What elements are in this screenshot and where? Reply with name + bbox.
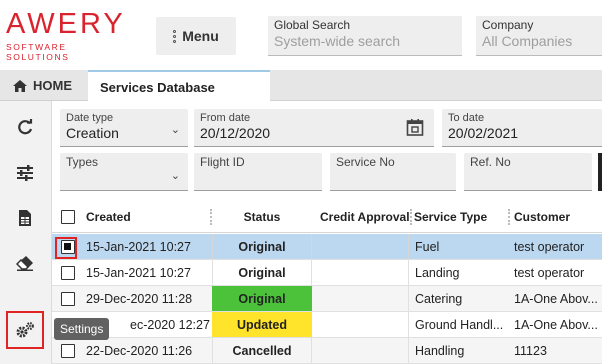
company-label: Company — [482, 18, 534, 32]
refresh-icon — [18, 119, 33, 135]
cell-status: Cancelled — [212, 338, 312, 363]
chevron-down-icon: ⌄ — [170, 170, 180, 182]
table-row[interactable]: 15-Jan-2021 10:27 Original Landing test … — [52, 260, 602, 286]
from-date-label: From date — [200, 112, 251, 124]
to-date-label: To date — [448, 112, 485, 124]
table-row[interactable]: 29-Dec-2020 11:28 Original Catering 1A-O… — [52, 286, 602, 312]
to-date-field[interactable]: To date 20/02/2021 — [442, 109, 602, 147]
vertical-dots-icon — [173, 29, 177, 43]
export-button[interactable] — [6, 199, 44, 237]
cell-status: Original — [212, 260, 312, 285]
awery-logo[interactable]: AWERY SOFTWARE SOLUTIONS — [6, 8, 130, 63]
types-label: Types — [66, 155, 99, 169]
cell-created: 15-Jan-2021 10:27 — [86, 239, 191, 254]
cell-credit-approval — [314, 234, 410, 259]
service-no-field[interactable]: Service No — [330, 153, 456, 191]
row-checkbox[interactable] — [61, 291, 75, 306]
column-customer[interactable]: Customer — [508, 201, 602, 232]
to-date-value[interactable]: 20/02/2021 — [448, 124, 596, 143]
logo-wordmark: AWERY — [6, 8, 126, 40]
service-no-label: Service No — [336, 155, 395, 169]
tab-home-label: HOME — [33, 78, 72, 93]
cell-customer: test operator — [514, 265, 585, 280]
cell-service-type: Catering — [408, 286, 508, 311]
chevron-down-icon: ⌄ — [170, 124, 180, 136]
ref-no-field[interactable]: Ref. No — [464, 153, 592, 191]
top-bar: AWERY SOFTWARE SOLUTIONS Menu Global Sea… — [0, 0, 602, 70]
cell-credit-approval — [314, 338, 410, 363]
filter-edge — [598, 153, 602, 191]
column-service-type[interactable]: Service Type — [408, 201, 508, 232]
cell-customer: 1A-One Abov... — [514, 291, 598, 306]
sliders-icon — [17, 165, 33, 181]
date-type-value: Creation — [66, 125, 119, 141]
cell-service-type: Landing — [408, 260, 508, 285]
refresh-button[interactable] — [6, 109, 44, 147]
global-search-input[interactable]: System-wide search — [274, 32, 456, 51]
spreadsheet-icon — [19, 210, 31, 226]
select-all-checkbox[interactable] — [61, 209, 75, 224]
select-all-cell[interactable] — [52, 201, 80, 232]
cell-credit-approval — [314, 260, 410, 285]
cell-status: Original — [212, 286, 312, 311]
cell-service-type: Ground Handl... — [408, 312, 508, 337]
calendar-icon[interactable] — [406, 118, 424, 136]
tab-home[interactable]: HOME — [0, 70, 88, 101]
cell-service-type: Fuel — [408, 234, 508, 259]
from-date-value[interactable]: 20/12/2020 — [200, 124, 428, 143]
cell-customer: 11123 — [514, 343, 547, 358]
filter-settings-button[interactable] — [6, 154, 44, 192]
flight-id-label: Flight ID — [200, 155, 245, 169]
settings-button[interactable] — [6, 311, 44, 349]
cell-credit-approval — [314, 286, 410, 311]
date-type-select[interactable]: Date type Creation ⌄ — [60, 109, 188, 147]
services-table: Created Status Credit Approval Service T… — [52, 201, 602, 364]
table-row[interactable]: 22-Dec-2020 11:26 Cancelled Handling 111… — [52, 338, 602, 364]
cell-created: 15-Jan-2021 10:27 — [86, 265, 191, 280]
row-checkbox-cell[interactable] — [52, 286, 80, 311]
column-status[interactable]: Status — [212, 201, 312, 232]
cell-credit-approval — [314, 312, 410, 337]
global-search-field[interactable]: Global Search System-wide search — [268, 16, 462, 56]
row-checkbox[interactable] — [61, 265, 75, 280]
left-toolbar — [0, 101, 52, 364]
row-checkbox[interactable] — [61, 343, 75, 358]
tab-services-database[interactable]: Services Database — [88, 70, 270, 102]
clear-filters-button[interactable] — [6, 244, 44, 282]
date-type-label: Date type — [66, 112, 114, 124]
from-date-field[interactable]: From date 20/12/2020 — [194, 109, 434, 147]
cell-created: 22-Dec-2020 11:26 — [86, 343, 193, 358]
cell-customer: test operator — [514, 239, 585, 254]
logo-tagline: SOFTWARE SOLUTIONS — [6, 42, 70, 62]
cell-status: Updated — [212, 312, 312, 337]
tab-services-label: Services Database — [100, 79, 215, 95]
company-select[interactable]: Company All Companies — [476, 16, 602, 56]
company-value[interactable]: All Companies — [482, 32, 596, 51]
settings-tooltip: Settings — [54, 318, 110, 340]
cell-status: Original — [212, 234, 312, 259]
flight-id-field[interactable]: Flight ID — [194, 153, 322, 191]
eraser-icon — [16, 256, 33, 271]
cell-service-type: Handling — [408, 338, 508, 363]
cell-created: 29-Dec-2020 11:28 — [86, 291, 193, 306]
ref-no-label: Ref. No — [470, 155, 511, 169]
global-search-label: Global Search — [274, 18, 351, 32]
column-created[interactable]: Created — [80, 201, 210, 232]
row-checkbox[interactable] — [61, 239, 75, 254]
table-row[interactable]: 15-Jan-2021 10:27 Original Fuel test ope… — [52, 234, 602, 260]
tab-bar: HOME Services Database — [0, 70, 602, 102]
types-select[interactable]: Types ⌄ — [60, 153, 188, 191]
row-checkbox-cell[interactable] — [52, 234, 80, 259]
menu-button-label: Menu — [182, 28, 219, 44]
table-header: Created Status Credit Approval Service T… — [52, 201, 602, 233]
home-icon — [13, 79, 27, 92]
settings-gears-icon — [16, 322, 34, 338]
table-row[interactable]: ec-2020 12:27 Updated Ground Handl... 1A… — [52, 312, 602, 338]
menu-button[interactable]: Menu — [156, 17, 236, 55]
row-checkbox-cell[interactable] — [52, 260, 80, 285]
cell-customer: 1A-One Abov... — [514, 317, 598, 332]
column-credit-approval[interactable]: Credit Approval — [314, 201, 412, 232]
row-checkbox-cell[interactable] — [52, 338, 80, 363]
